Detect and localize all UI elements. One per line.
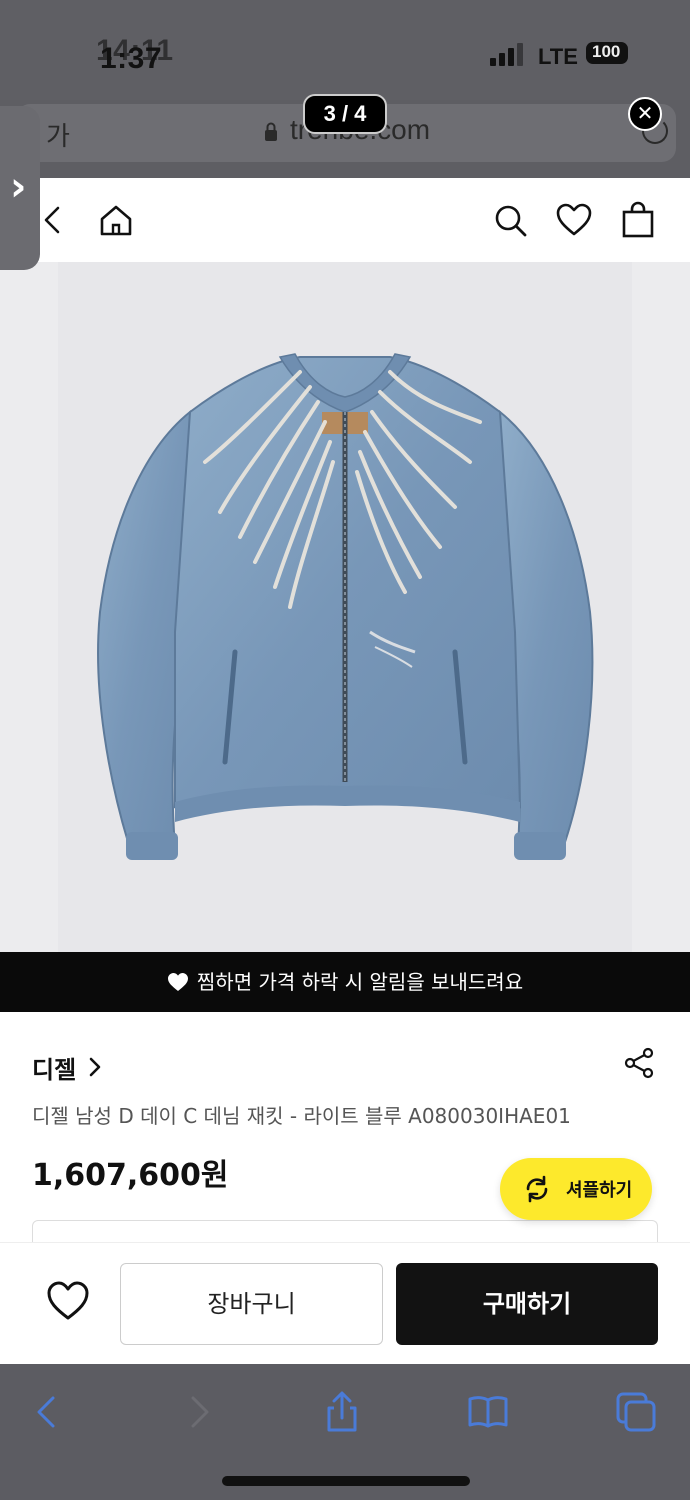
wish-alert-banner[interactable]: 찜하면 가격 하락 시 알림을 보내드려요 xyxy=(0,952,690,1012)
home-indicator xyxy=(222,1476,470,1486)
home-icon[interactable] xyxy=(96,200,136,240)
product-image[interactable] xyxy=(0,262,690,952)
side-panel-handle[interactable]: › xyxy=(0,106,40,270)
close-icon[interactable]: ✕ xyxy=(628,97,662,131)
signal-icon xyxy=(490,42,524,66)
wishlist-heart-icon[interactable] xyxy=(44,1277,92,1325)
status-bar: 14:11 1:37 LTE 100 xyxy=(0,0,690,100)
purchase-action-bar: 장바구니 구매하기 xyxy=(0,1242,690,1364)
search-icon[interactable] xyxy=(490,200,530,240)
chevron-right-icon[interactable] xyxy=(88,1056,102,1078)
app-header xyxy=(0,178,690,262)
battery-level: 100 xyxy=(592,42,621,61)
shuffle-button[interactable]: 셔플하기 xyxy=(500,1158,652,1220)
product-name: 디젤 남성 D 데이 C 데님 재킷 - 라이트 블루 A080030IHAE0… xyxy=(32,1104,571,1128)
status-time: 1:37 xyxy=(100,42,163,75)
wish-banner-text: 찜하면 가격 하락 시 알림을 보내드려요 xyxy=(196,970,524,994)
page-counter: 3 / 4 xyxy=(303,94,387,134)
shuffle-label: 셔플하기 xyxy=(566,1180,633,1201)
heart-filled-icon xyxy=(167,973,188,991)
product-info: 디젤 디젤 남성 D 데이 C 데님 재킷 - 라이트 블루 A080030IH… xyxy=(0,1012,690,1260)
buy-now-button[interactable]: 구매하기 xyxy=(396,1263,658,1345)
brand-link[interactable]: 디젤 xyxy=(32,1050,76,1085)
network-label: LTE xyxy=(538,44,578,69)
share-icon[interactable] xyxy=(622,1046,656,1080)
battery-icon: 100 xyxy=(586,42,628,64)
share-sheet-icon[interactable] xyxy=(320,1390,364,1434)
browser-forward-icon[interactable] xyxy=(176,1390,220,1434)
chevron-right-icon: › xyxy=(10,164,27,210)
add-to-cart-button[interactable]: 장바구니 xyxy=(120,1263,383,1345)
url-prev-text: 가 xyxy=(46,122,70,152)
heart-icon[interactable] xyxy=(554,200,594,240)
tabs-icon[interactable] xyxy=(614,1390,658,1434)
shopping-bag-icon[interactable] xyxy=(618,200,658,240)
product-price: 1,607,600원 xyxy=(32,1158,229,1193)
denim-jacket-image xyxy=(97,353,594,860)
browser-back-icon[interactable] xyxy=(26,1390,70,1434)
back-icon[interactable] xyxy=(34,200,74,240)
bookmarks-icon[interactable] xyxy=(466,1390,510,1434)
lock-icon xyxy=(265,122,277,141)
shuffle-icon xyxy=(526,1175,548,1203)
